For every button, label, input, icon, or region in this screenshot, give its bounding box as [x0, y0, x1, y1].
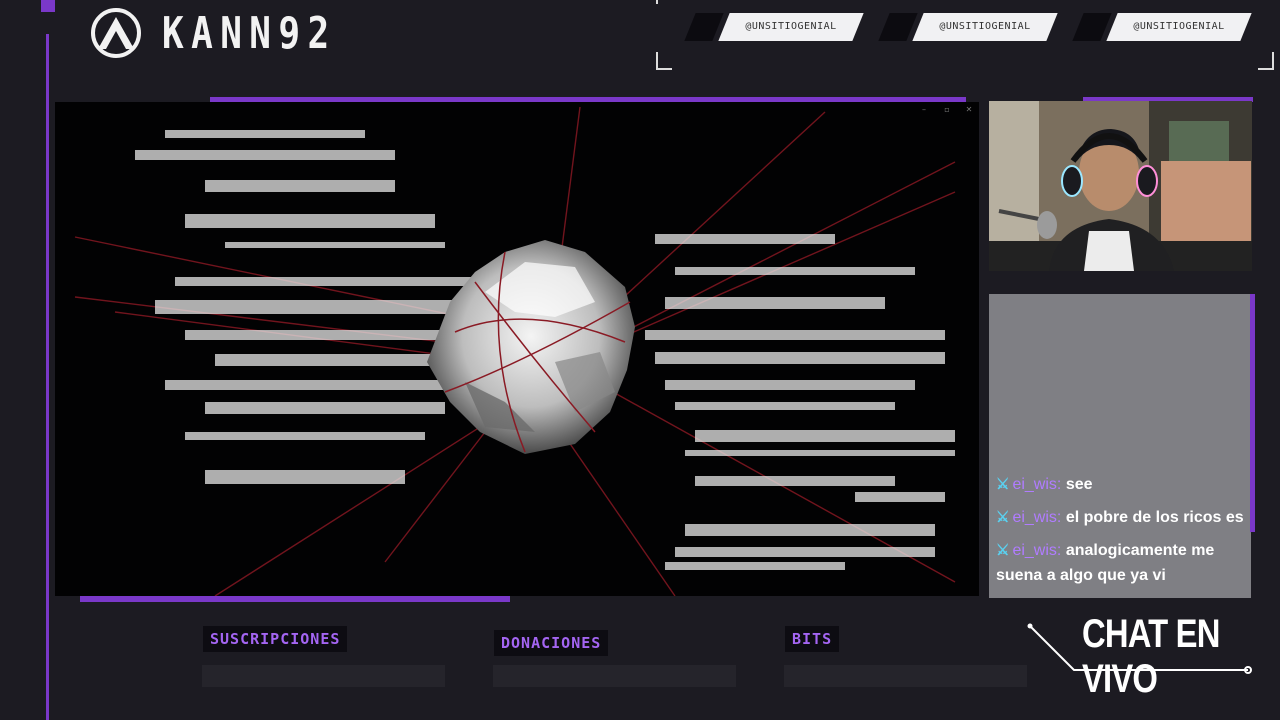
- social-handle: @UNSITIOGENIAL: [1133, 21, 1225, 32]
- bits-bar: [784, 665, 1027, 687]
- maximize-icon[interactable]: ▫: [942, 106, 952, 114]
- sword-badge-icon: ⚔: [996, 509, 1010, 526]
- social-handles: @UNSITIOGENIAL @UNSITIOGENIAL @UNSITIOGE…: [656, 0, 1276, 70]
- chat-username[interactable]: ei_wis: [1012, 542, 1056, 559]
- social-tag: @UNSITIOGENIAL: [878, 13, 1058, 41]
- minimize-icon[interactable]: –: [919, 106, 929, 114]
- sword-badge-icon: ⚔: [996, 542, 1010, 559]
- corner-accent: [41, 0, 55, 12]
- webcam-feed: [989, 101, 1252, 271]
- left-accent-rail: [46, 34, 49, 720]
- donations-label: DONACIONES: [494, 630, 609, 656]
- chat-username[interactable]: ei_wis: [1012, 476, 1056, 493]
- brand-name: KANN92: [162, 7, 337, 59]
- social-handle: @UNSITIOGENIAL: [939, 21, 1031, 32]
- kann-logo-icon: [91, 8, 141, 58]
- brand-logo: KANN92: [88, 6, 375, 60]
- game-capture: – ▫ ✕: [55, 102, 979, 596]
- chat-text: el pobre de los ricos es: [1065, 509, 1244, 526]
- subscriptions-bar: [202, 665, 445, 687]
- central-rock: [427, 240, 635, 454]
- chat-message: ⚔ ei_wis: see: [996, 476, 1093, 493]
- social-tag: @UNSITIOGENIAL: [1072, 13, 1252, 41]
- chat-panel: ⚔ ei_wis: see ⚔ ei_wis: el pobre de los ri…: [989, 294, 1251, 598]
- close-icon[interactable]: ✕: [964, 106, 974, 114]
- donations-bar: [493, 665, 736, 687]
- bits-label: BITS: [785, 626, 840, 652]
- chat-message-list: ⚔ ei_wis: see ⚔ ei_wis: el pobre de los ri…: [996, 464, 1246, 588]
- chat-message: ⚔ ei_wis: el pobre de los ricos es: [996, 509, 1244, 526]
- social-handle: @UNSITIOGENIAL: [745, 21, 837, 32]
- subscriptions-label: SUSCRIPCIONES: [203, 626, 348, 652]
- chat-text: see: [1065, 476, 1093, 493]
- sword-badge-icon: ⚔: [996, 476, 1010, 493]
- chat-live-title: CHAT EN VIVO: [1082, 612, 1220, 701]
- chat-frame-accent: [1250, 294, 1255, 532]
- chat-username[interactable]: ei_wis: [1012, 509, 1056, 526]
- game-frame-bottom-accent: [80, 596, 510, 602]
- social-tag: @UNSITIOGENIAL: [684, 13, 864, 41]
- game-scene: [74, 106, 956, 596]
- chat-message: ⚔ ei_wis: analogicamente me suena a algo …: [996, 542, 1215, 584]
